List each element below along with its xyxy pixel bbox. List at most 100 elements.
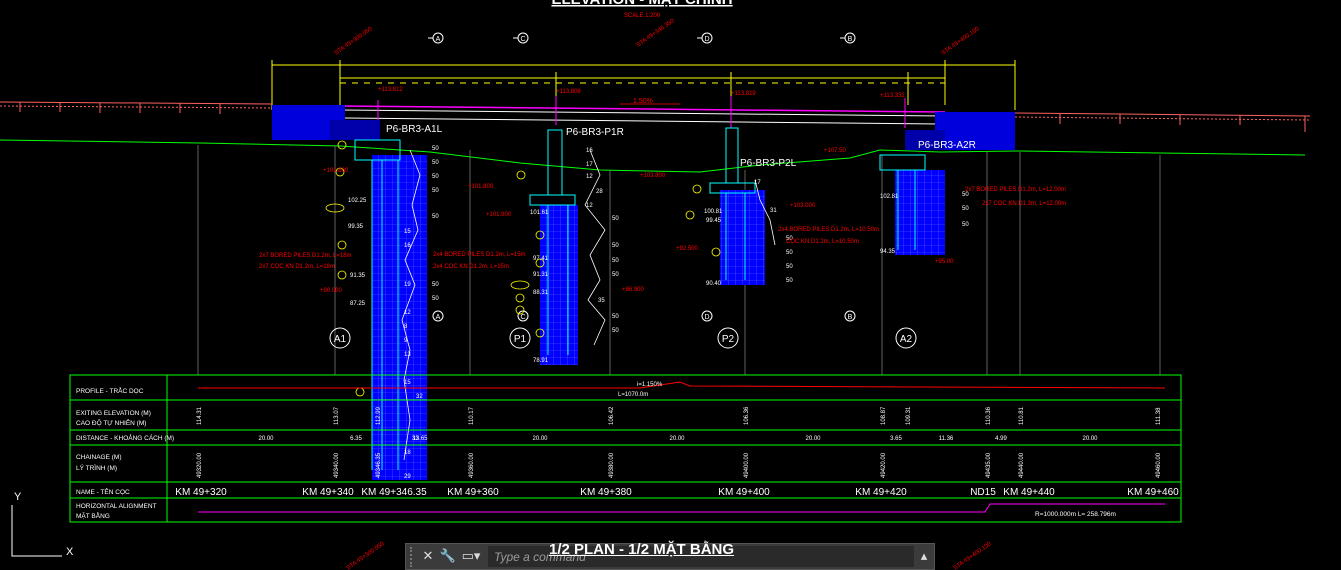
- alignment-note: R=1000.000m L= 258.796m: [1035, 511, 1116, 518]
- station-label: STA 49+400.100: [953, 541, 993, 570]
- cad-drawing-canvas[interactable]: ELEVATION - MẶT CHÍNH SCALE 1:200 A C D …: [0, 0, 1341, 570]
- axis-c-marker: C: [513, 32, 529, 44]
- row-label-chainage-vn: LÝ TRÌNH (M): [76, 463, 117, 472]
- close-icon[interactable]: ✕: [418, 544, 438, 569]
- bridge-deck: 1.50% +113.812 +113.808 +113.819 +113.33…: [339, 87, 946, 128]
- svg-text:17: 17: [754, 180, 761, 186]
- svg-text:50: 50: [432, 174, 439, 180]
- svg-text:KM 49+340: KM 49+340: [302, 487, 354, 498]
- svg-text:88.31: 88.31: [533, 290, 549, 296]
- svg-text:B: B: [848, 314, 853, 321]
- axis-d-marker: D: [697, 32, 713, 44]
- svg-text:20.00: 20.00: [532, 436, 548, 442]
- svg-text:106.36: 106.36: [744, 406, 750, 425]
- svg-text:28: 28: [596, 189, 603, 195]
- elevation-values: 114.31 113.07 112.99 110.17 106.42 106.3…: [197, 406, 1162, 425]
- svg-text:20.00: 20.00: [1082, 436, 1098, 442]
- pile-group-a1: [372, 155, 427, 480]
- command-line-bar[interactable]: ✕ 🔧 ▭▾ ▴ 1/2 PLAN - 1/2 MẶT BẰNG: [405, 541, 935, 570]
- svg-text:Y: Y: [14, 491, 22, 503]
- profile-grade-note: i=1.150%: [637, 382, 663, 388]
- pile-group-p2: [720, 190, 765, 285]
- row-label-elevation-vn: CAO ĐỘ TỰ NHIÊN (M): [76, 418, 146, 427]
- ucs-icon: Y X: [11, 491, 74, 558]
- svg-text:50: 50: [432, 296, 439, 302]
- svg-text:15: 15: [404, 229, 411, 235]
- svg-text:50: 50: [962, 222, 969, 228]
- svg-text:113.07: 113.07: [334, 406, 340, 425]
- svg-text:49360.00: 49360.00: [469, 452, 475, 478]
- command-history-icon[interactable]: ▭▾: [458, 544, 484, 569]
- pier-label-p2: P6-BR3-P2L: [740, 158, 797, 169]
- svg-text:108.87: 108.87: [881, 406, 887, 425]
- svg-text:91.35: 91.35: [350, 273, 366, 279]
- svg-text:50: 50: [612, 272, 619, 278]
- svg-text:KM 49+360: KM 49+360: [447, 487, 499, 498]
- svg-text:A: A: [436, 314, 441, 321]
- svg-text:109.31: 109.31: [906, 406, 912, 425]
- svg-text:50: 50: [786, 264, 793, 270]
- pier-label-p1: P6-BR3-P1R: [566, 127, 624, 138]
- svg-text:50: 50: [612, 243, 619, 249]
- svg-text:35: 35: [598, 298, 605, 304]
- svg-text:X: X: [66, 546, 74, 558]
- svg-text:49420.00: 49420.00: [881, 452, 887, 478]
- svg-text:C: C: [520, 36, 525, 43]
- terrain-hatching: [0, 101, 1311, 132]
- svg-text:ND15: ND15: [970, 487, 996, 498]
- svg-text:2x7 BORED PILES D1.2m, L=18m: 2x7 BORED PILES D1.2m, L=18m: [259, 253, 352, 259]
- svg-text:101.61: 101.61: [530, 210, 549, 216]
- svg-text:102.25: 102.25: [348, 198, 367, 204]
- svg-text:50: 50: [612, 314, 619, 320]
- customize-wrench-icon[interactable]: 🔧: [438, 544, 458, 569]
- svg-text:50: 50: [612, 258, 619, 264]
- svg-text:6.35: 6.35: [350, 436, 362, 442]
- svg-text:49440.00: 49440.00: [1019, 452, 1025, 478]
- svg-text:P2: P2: [722, 334, 735, 345]
- svg-text:D: D: [704, 36, 709, 43]
- svg-text:+101.900: +101.900: [486, 212, 512, 218]
- chainage-values: 49320.00 49340.00 49346.35 49360.00 4938…: [197, 452, 1162, 478]
- row-label-chainage: CHAINAGE (M): [76, 454, 122, 461]
- svg-text:49346.35: 49346.35: [376, 452, 382, 478]
- svg-text:31: 31: [770, 208, 777, 214]
- svg-text:KM 49+400: KM 49+400: [718, 487, 770, 498]
- svg-text:50: 50: [962, 206, 969, 212]
- support-a2: A2: [895, 327, 917, 349]
- svg-text:2x4 BORED PILES D1.2m, L=15m: 2x4 BORED PILES D1.2m, L=15m: [433, 252, 526, 258]
- svg-text:+95.00: +95.00: [935, 259, 954, 265]
- command-input[interactable]: [488, 546, 914, 567]
- svg-text:13: 13: [404, 352, 411, 358]
- svg-text:99.35: 99.35: [348, 224, 364, 230]
- svg-text:+101.800: +101.800: [323, 168, 349, 174]
- svg-text:50: 50: [786, 278, 793, 284]
- station-label: STA 49+300.050: [346, 541, 386, 570]
- svg-text:+92.500: +92.500: [676, 246, 699, 252]
- support-p1: P1: [509, 327, 531, 349]
- station-label: STA 49+400.100: [941, 26, 981, 57]
- row-label-elevation: EXITING ELEVATION (M): [76, 410, 151, 417]
- axis-b-marker-lower: B: [844, 310, 856, 322]
- support-a1: A1: [329, 327, 351, 349]
- row-label-distance: DISTANCE - KHOẢNG CÁCH (M): [76, 433, 174, 442]
- svg-text:49435.00: 49435.00: [986, 452, 992, 478]
- row-label-profile: PROFILE - TRẮC DỌC: [76, 386, 144, 395]
- svg-text:2x7 CỌC KN D1.2m, L=12.00m: 2x7 CỌC KN D1.2m, L=12.00m: [982, 201, 1066, 207]
- pier-label-a1: P6-BR3-A1L: [386, 124, 443, 135]
- svg-text:+107.50: +107.50: [824, 148, 847, 154]
- svg-text:2x4 CỌC KN D1.2m, L=15m: 2x4 CỌC KN D1.2m, L=15m: [433, 264, 509, 270]
- scroll-up-icon[interactable]: ▴: [914, 544, 934, 569]
- svg-text:KM 49+346.35: KM 49+346.35: [361, 487, 427, 498]
- elevation-title: ELEVATION - MẶT CHÍNH: [551, 0, 732, 8]
- svg-text:KM 49+460: KM 49+460: [1127, 487, 1179, 498]
- svg-text:99.45: 99.45: [706, 218, 722, 224]
- profile-length-note: L=1070.0m: [618, 392, 648, 398]
- svg-text:15: 15: [404, 380, 411, 386]
- svg-text:49340.00: 49340.00: [334, 452, 340, 478]
- command-line-grip[interactable]: [410, 546, 418, 567]
- elevation-values-white: 102.25 99.35 91.35 87.25 101.61 97.41 91…: [348, 194, 899, 364]
- svg-text:114.31: 114.31: [197, 406, 203, 425]
- svg-text:29: 29: [404, 474, 411, 480]
- svg-text:+103.800: +103.800: [640, 173, 666, 179]
- pile-groups: [372, 155, 945, 480]
